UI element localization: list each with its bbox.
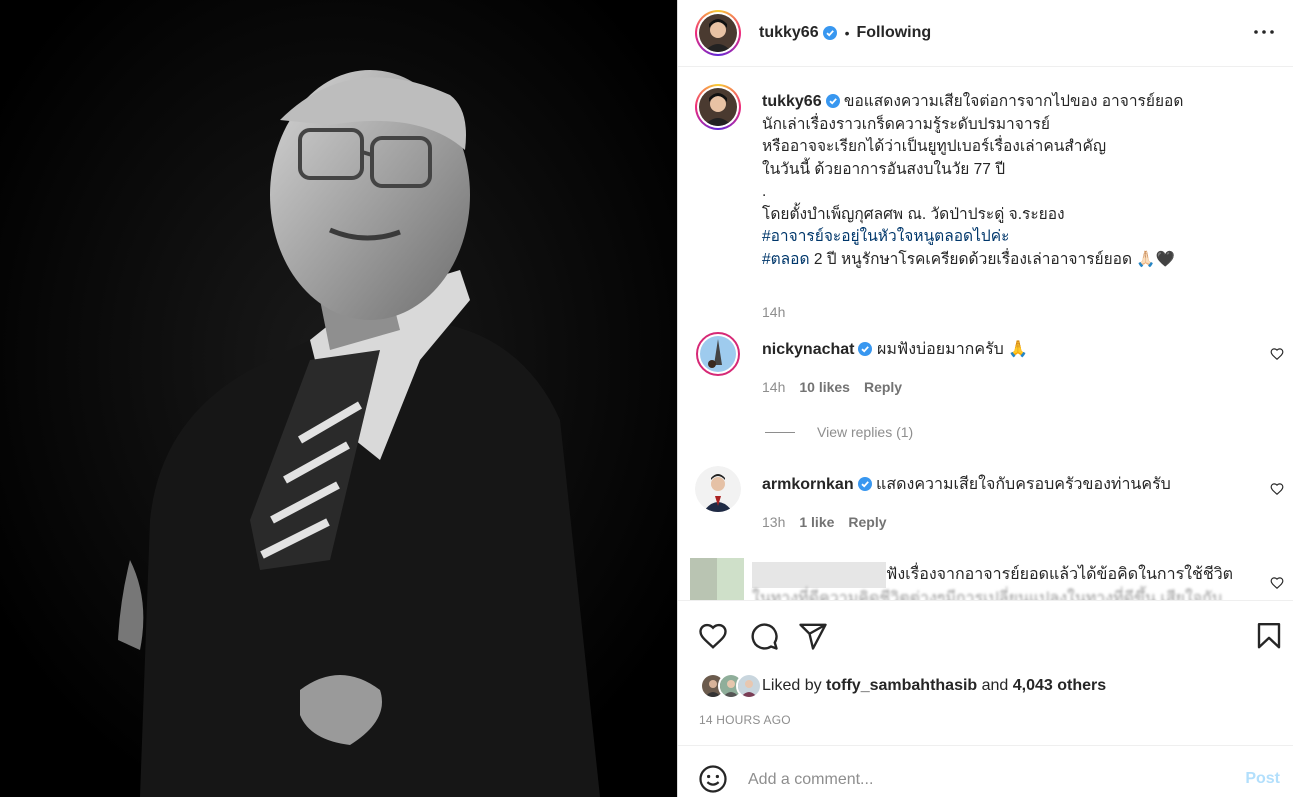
caption-line: ในวันนี้ ด้วยอาการอันสงบในวัย 77 ปี [762,160,1006,178]
comment-text: ฟังเรื่องจากอาจารย์ยอดแล้วได้ข้อคิดในการ… [886,566,1234,583]
likes-others-link[interactable]: 4,043 others [1013,677,1106,695]
verified-badge-icon [857,477,872,491]
like-comment-heart-icon[interactable] [1270,347,1284,361]
caption-username[interactable]: tukky66 [762,93,822,110]
verified-badge-icon [858,342,873,356]
emoji-smiley-icon[interactable] [698,764,728,794]
caption-line: . [762,183,767,200]
like-comment-heart-icon[interactable] [1270,482,1284,496]
comment-item: ฟังเรื่องจากอาจารย์ยอดแล้วได้ข้อคิดในการ… [690,558,1290,600]
post-comment-button[interactable]: Post [1245,770,1280,788]
caption-author-avatar[interactable] [695,84,741,130]
more-options-icon[interactable] [1252,20,1276,44]
comment-likes[interactable]: 1 like [799,514,834,530]
hashtag-link[interactable]: #อาจารย์จะอยู่ในหัวใจหนูตลอดไปค่ะ [762,228,1009,245]
like-heart-icon[interactable] [698,621,728,651]
post-timestamp[interactable]: 14 HOURS AGO [699,713,791,727]
add-comment-input[interactable] [748,768,1208,792]
commenter-avatar-blurred[interactable] [690,558,744,600]
comment-text-continued: ในทางที่ดีความคิดชีวิตต่างๆมีการเปลี่ยนแ… [752,590,1222,600]
likes-summary: Liked by toffy_sambahthasib and 4,043 ot… [700,673,1106,699]
liked-by-username[interactable]: toffy_sambahthasib [826,677,977,695]
like-comment-heart-icon[interactable] [1270,576,1284,590]
commenter-username[interactable]: armkornkan [762,476,854,493]
liker-avatars[interactable] [700,673,762,699]
comment-bubble-icon[interactable] [749,621,779,651]
view-replies-label: View replies (1) [817,424,914,440]
caption-timestamp[interactable]: 14h [762,304,785,320]
post-actions: Liked by toffy_sambahthasib and 4,043 ot… [678,600,1293,745]
commenter-avatar[interactable] [695,466,741,512]
share-paper-plane-icon[interactable] [798,621,828,651]
comment-likes[interactable]: 10 likes [799,379,850,395]
caption-line: หรืออาจจะเรียกได้ว่าเป็นยูทูปเบอร์เรื่อง… [762,138,1107,155]
following-button[interactable]: Following [857,24,932,42]
author-avatar[interactable] [695,10,741,56]
caption-line: โดยตั้งบำเพ็ญกุศลศพ ณ. วัดป่าประดู่ จ.ระ… [762,205,1065,223]
post-sidebar: tukky66 • Following tukky66 ขอแสดงความเส… [677,0,1293,797]
liked-by-and: and [977,677,1013,694]
verified-badge-icon [822,26,837,40]
post-header: tukky66 • Following [678,0,1293,67]
post-photo-portrait [0,0,677,797]
reply-button[interactable]: Reply [864,379,902,395]
commenter-username[interactable]: nickynachat [762,341,854,358]
caption-line: ขอแสดงความเสียใจต่อการจากไปของ อาจารย์ยอ… [843,93,1184,110]
comment-time[interactable]: 13h [762,514,785,530]
comments-list[interactable]: tukky66 ขอแสดงความเสียใจต่อการจากไปของ อ… [678,68,1293,600]
view-replies-button[interactable]: View replies (1) [765,424,913,440]
add-comment-bar: Post [678,745,1293,797]
commenter-username-redacted [752,562,886,588]
caption-line: 2 ปี หนูรักษาโรคเครียดด้วยเรื่องเล่าอาจา… [809,250,1175,268]
verified-badge-icon [825,94,840,108]
post-image[interactable] [0,0,677,797]
caption-line: นักเล่าเรื่องราวเกร็ดความรู้ระดับปรมาจาร… [762,115,1050,133]
comment-text: ผมฟังบ่อยมากครับ 🙏 [876,341,1029,358]
commenter-avatar[interactable] [695,331,741,377]
hashtag-link[interactable]: #ตลอด [762,251,810,268]
liked-by-prefix: Liked by [762,677,827,694]
replies-divider-line [765,431,795,433]
comment-text: แสดงความเสียใจกับครอบครัวของท่านครับ [876,476,1171,493]
author-username[interactable]: tukky66 [759,24,819,42]
comment-time[interactable]: 14h [762,379,785,395]
save-bookmark-icon[interactable] [1254,621,1284,651]
reply-button[interactable]: Reply [848,514,886,530]
separator-dot: • [844,25,850,41]
